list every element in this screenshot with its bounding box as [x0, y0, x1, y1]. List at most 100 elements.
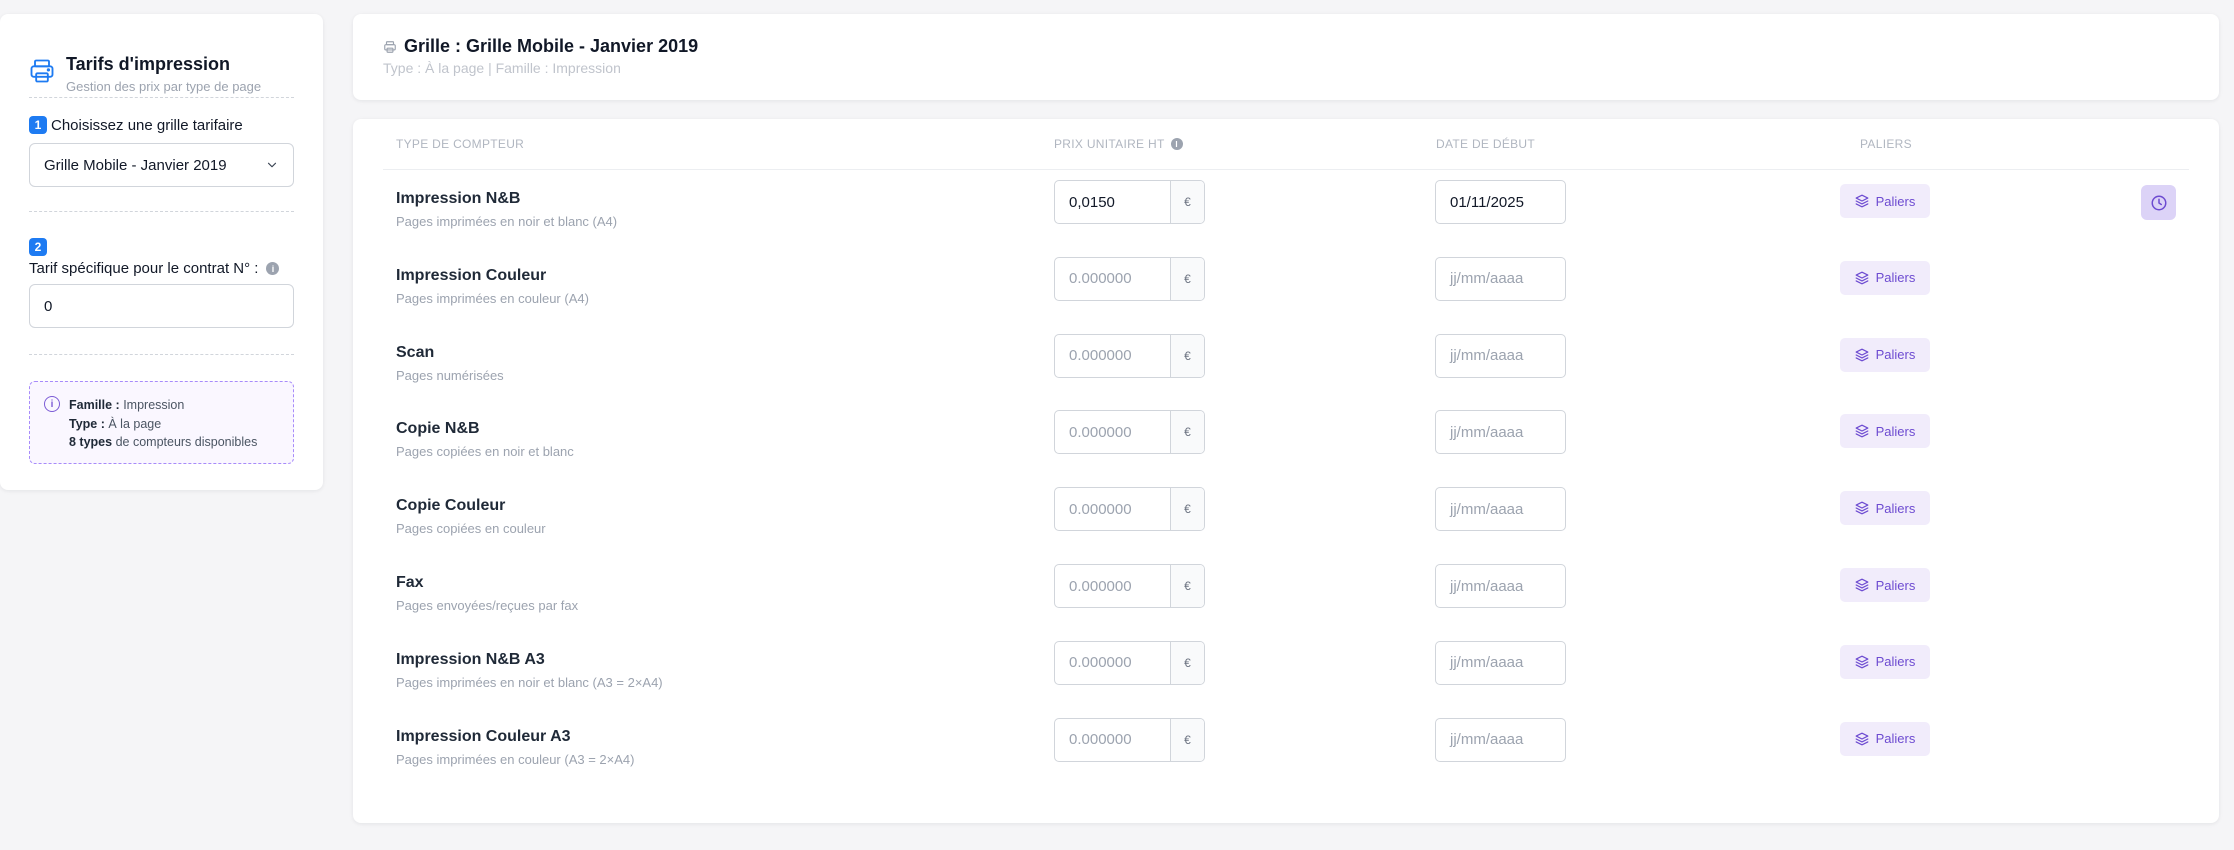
- counter-description: Pages copiées en couleur: [396, 521, 546, 537]
- unit-price-input[interactable]: 0.000000 €: [1054, 333, 1205, 378]
- divider: [29, 211, 294, 212]
- counter-description: Pages imprimées en noir et blanc (A4): [396, 214, 618, 229]
- layers-icon: [1855, 732, 1869, 746]
- page-title-row: Grille : Grille Mobile - Janvier 2019: [383, 36, 698, 57]
- unit-price-value[interactable]: 0.000000: [1055, 411, 1170, 453]
- layers-icon: [1855, 655, 1869, 669]
- paliers-label: Paliers: [1875, 500, 1916, 516]
- clock-icon: [2151, 195, 2166, 210]
- start-date-input[interactable]: jj/mm/aaaa: [1435, 333, 1566, 378]
- counter-description: Pages imprimées en couleur (A4): [396, 290, 589, 306]
- page-subtitle: Type : À la page | Famille : Impression: [383, 60, 621, 76]
- sidebar-title: Tarifs d'impression: [66, 54, 230, 74]
- sidebar-panel: Tarifs d'impression Gestion des prix par…: [0, 14, 323, 490]
- grid-select[interactable]: Grille Mobile - Janvier 2019: [29, 143, 294, 187]
- step-1-label: 1 Choisissez une grille tarifaire: [29, 116, 243, 134]
- unit-price-value[interactable]: 0,0150: [1055, 181, 1170, 223]
- page-title: Grille : Grille Mobile - Janvier 2019: [404, 36, 699, 56]
- unit-price-input[interactable]: 0,0150 €: [1054, 180, 1205, 224]
- unit-price-input[interactable]: 0.000000 €: [1054, 410, 1205, 455]
- currency-addon: €: [1170, 334, 1204, 377]
- counter-description: Pages numérisées: [396, 367, 504, 383]
- currency-addon: €: [1170, 411, 1204, 454]
- column-header-price-label: PRIX UNITAIRE HT: [1054, 137, 1165, 151]
- unit-price-input[interactable]: 0.000000 €: [1054, 256, 1205, 301]
- table-row: Impression N&B A3 Pages imprimées en noi…: [353, 640, 2219, 728]
- unit-price-value[interactable]: 0.000000: [1055, 719, 1170, 761]
- start-date-input[interactable]: 01/11/2025: [1435, 180, 1566, 224]
- start-date-input[interactable]: jj/mm/aaaa: [1435, 640, 1566, 685]
- counter-name: Fax: [396, 574, 424, 591]
- unit-price-value[interactable]: 0.000000: [1055, 565, 1170, 607]
- start-date-input[interactable]: jj/mm/aaaa: [1435, 717, 1566, 762]
- table-row: Impression Couleur A3 Pages imprimées en…: [353, 717, 2219, 805]
- grid-header-card: Grille : Grille Mobile - Janvier 2019 Ty…: [353, 14, 2219, 100]
- counter-name: Copie N&B: [396, 420, 480, 438]
- table-row: Impression N&B Pages imprimées en noir e…: [353, 180, 2219, 267]
- start-date-input[interactable]: jj/mm/aaaa: [1435, 564, 1566, 608]
- paliers-button[interactable]: Paliers: [1840, 644, 1930, 679]
- paliers-button[interactable]: Paliers: [1840, 184, 1930, 218]
- types-suffix: de compteurs disponibles: [115, 435, 258, 449]
- unit-price-input[interactable]: 0.000000 €: [1054, 717, 1205, 762]
- counter-name: Impression N&B A3: [396, 650, 545, 668]
- unit-price-input[interactable]: 0.000000 €: [1054, 487, 1205, 532]
- info-icon[interactable]: i: [266, 262, 280, 275]
- paliers-button[interactable]: Paliers: [1840, 491, 1930, 526]
- info-icon: i: [44, 396, 60, 412]
- paliers-button[interactable]: Paliers: [1840, 414, 1930, 449]
- column-header-date: DATE DE DÉBUT: [1436, 137, 1536, 151]
- info-icon[interactable]: i: [1170, 138, 1183, 150]
- contract-number-input[interactable]: 0: [29, 284, 294, 328]
- paliers-label: Paliers: [1875, 731, 1916, 747]
- unit-price-value[interactable]: 0.000000: [1055, 335, 1170, 377]
- sidebar-header: Tarifs d'impression Gestion des prix par…: [28, 41, 261, 94]
- paliers-button[interactable]: Paliers: [1840, 568, 1930, 602]
- paliers-label: Paliers: [1875, 347, 1916, 363]
- counter-name: Impression N&B: [396, 190, 521, 207]
- type-label: Type :: [69, 416, 105, 431]
- start-date-input[interactable]: jj/mm/aaaa: [1435, 487, 1566, 532]
- paliers-label: Paliers: [1875, 654, 1916, 670]
- paliers-label: Paliers: [1875, 270, 1916, 286]
- history-button[interactable]: [2141, 185, 2176, 220]
- step-1-text: Choisissez une grille tarifaire: [51, 116, 243, 134]
- start-date-input[interactable]: jj/mm/aaaa: [1435, 256, 1566, 301]
- grid-select-value: Grille Mobile - Janvier 2019: [44, 156, 227, 174]
- table-row: Impression Couleur Pages imprimées en co…: [353, 256, 2219, 344]
- paliers-label: Paliers: [1875, 193, 1916, 209]
- layers-icon: [1855, 348, 1869, 362]
- table-row: Fax Pages envoyées/reçues par fax 0.0000…: [353, 564, 2219, 651]
- printer-icon: [30, 59, 54, 83]
- counter-name: Impression Couleur A3: [396, 727, 571, 745]
- unit-price-value[interactable]: 0.000000: [1055, 258, 1170, 300]
- step-2-badge: 2: [29, 238, 47, 256]
- paliers-button[interactable]: Paliers: [1840, 721, 1930, 756]
- counter-name: Scan: [396, 343, 435, 361]
- table-row: Copie Couleur Pages copiées en couleur 0…: [353, 487, 2219, 574]
- famille-value: Impression: [123, 398, 185, 412]
- types-count: 8 types: [69, 435, 113, 449]
- paliers-label: Paliers: [1875, 423, 1916, 439]
- layers-icon: [1855, 578, 1869, 592]
- pricing-table-card: TYPE DE COMPTEUR PRIX UNITAIRE HT i DATE…: [353, 119, 2219, 823]
- currency-addon: €: [1170, 565, 1204, 607]
- counter-name: Copie Couleur: [396, 497, 506, 515]
- step-2-label: 2 Tarif spécifique pour le contrat N° : …: [29, 238, 280, 277]
- paliers-label: Paliers: [1875, 577, 1916, 593]
- famille-label: Famille :: [69, 398, 120, 412]
- paliers-button[interactable]: Paliers: [1840, 337, 1930, 372]
- step-2-text: Tarif spécifique pour le contrat N° :: [29, 260, 259, 277]
- currency-addon: €: [1170, 718, 1204, 761]
- printer-icon: [384, 40, 396, 53]
- unit-price-value[interactable]: 0.000000: [1055, 488, 1170, 530]
- currency-addon: €: [1170, 257, 1204, 300]
- unit-price-input[interactable]: 0.000000 €: [1054, 564, 1205, 608]
- start-date-input[interactable]: jj/mm/aaaa: [1435, 410, 1566, 455]
- paliers-button[interactable]: Paliers: [1840, 260, 1930, 295]
- unit-price-input[interactable]: 0.000000 €: [1054, 640, 1205, 685]
- counter-description: Pages envoyées/reçues par fax: [396, 598, 579, 613]
- layers-icon: [1855, 271, 1869, 285]
- contract-number-value: 0: [44, 297, 53, 315]
- unit-price-value[interactable]: 0.000000: [1055, 642, 1170, 684]
